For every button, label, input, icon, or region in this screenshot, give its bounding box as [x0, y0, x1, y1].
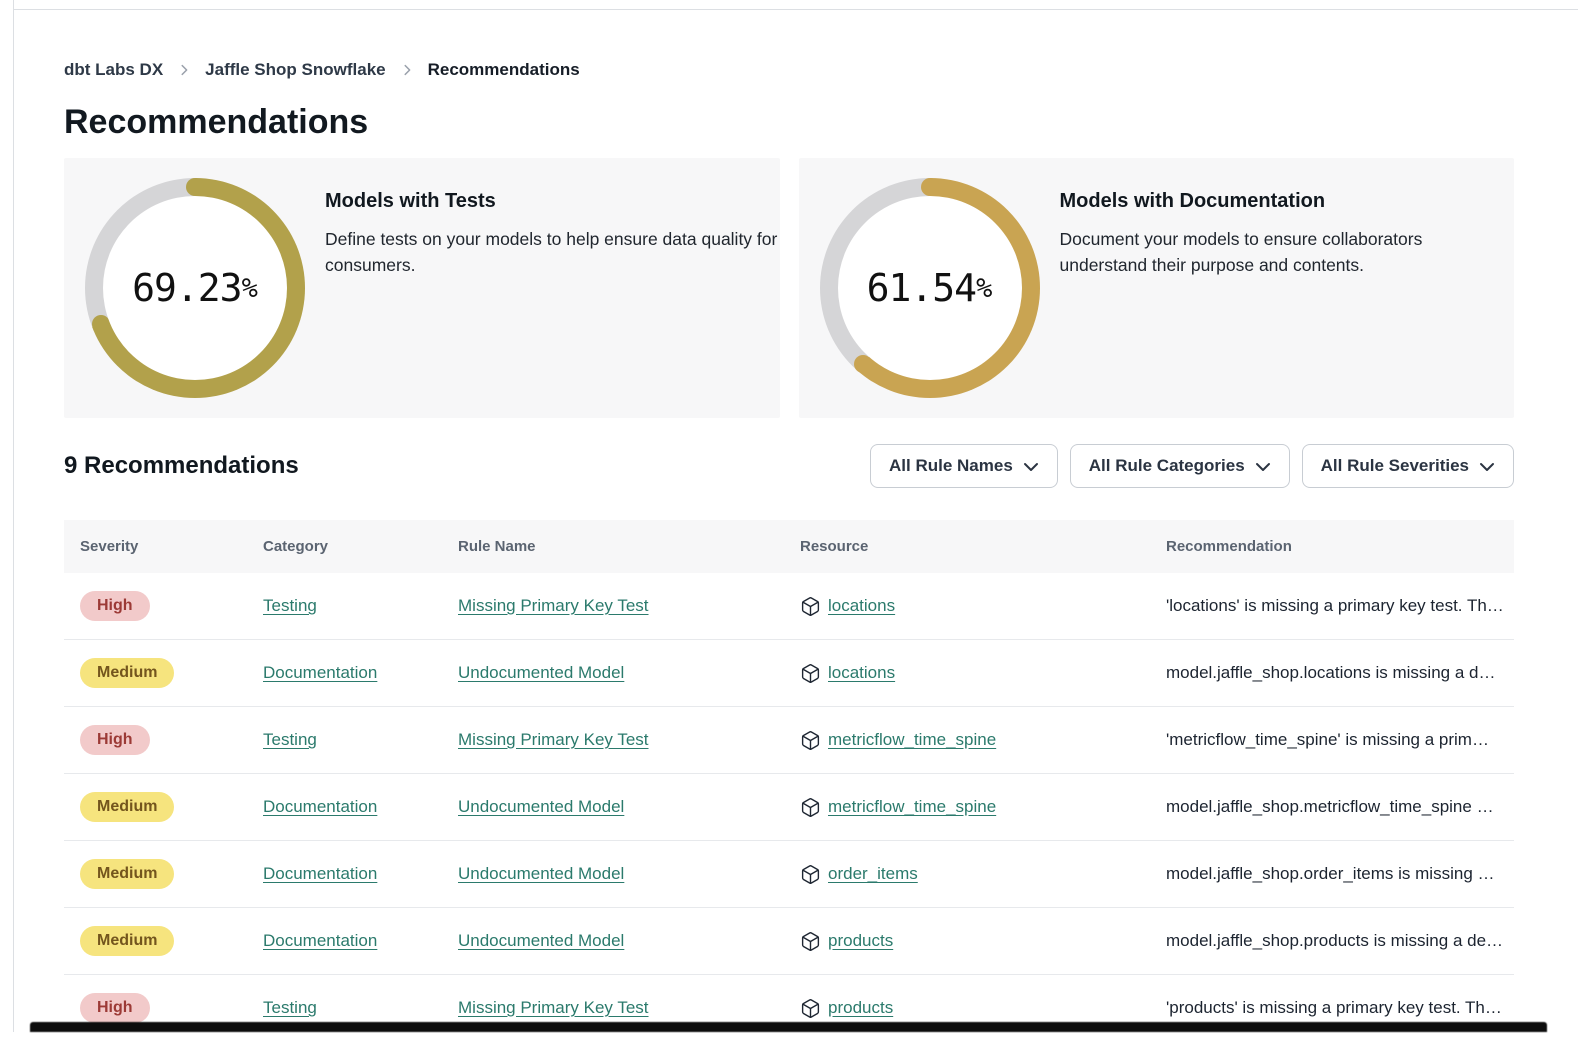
resource-link[interactable]: products	[828, 931, 893, 951]
table-row: Medium Documentation Undocumented Model ord…	[64, 840, 1514, 907]
models-with-tests-card: 69.23% Models with Tests Define tests on…	[64, 158, 780, 418]
rule-name-link[interactable]: Missing Primary Key Test	[458, 596, 649, 615]
table-row: Medium Documentation Undocumented Model loc…	[64, 639, 1514, 706]
recommendation-text: 'metricflow_time_spine' is missing a pri…	[1150, 730, 1514, 750]
resource-link[interactable]: locations	[828, 596, 895, 616]
rule-name-link[interactable]: Missing Primary Key Test	[458, 730, 649, 749]
rule-name-link[interactable]: Undocumented Model	[458, 931, 624, 950]
recommendation-text: model.jaffle_shop.products is missing a …	[1150, 931, 1514, 951]
model-icon	[800, 730, 821, 751]
model-icon	[800, 864, 821, 885]
severity-badge: Medium	[80, 658, 174, 688]
chevron-down-icon	[1479, 460, 1495, 474]
table-row: Medium Documentation Undocumented Model pro…	[64, 907, 1514, 974]
column-header-category: Category	[247, 538, 442, 555]
severity-badge: High	[80, 725, 150, 755]
recommendations-table: Severity Category Rule Name Resource Rec…	[64, 520, 1514, 1041]
filter-bar: All Rule Names All Rule Categories All R…	[870, 444, 1514, 488]
model-icon	[800, 663, 821, 684]
filter-label: All Rule Categories	[1089, 456, 1245, 476]
table-body: High Testing Missing Primary Key Test locat…	[64, 573, 1514, 1041]
table-row: High Testing Missing Primary Key Test locat…	[64, 573, 1514, 639]
recommendation-text: 'products' is missing a primary key test…	[1150, 998, 1514, 1018]
models-with-documentation-card: 61.54% Models with Documentation Documen…	[799, 158, 1515, 418]
recommendation-text: 'locations' is missing a primary key tes…	[1150, 596, 1514, 616]
column-header-severity: Severity	[64, 538, 247, 555]
severity-badge: High	[80, 591, 150, 621]
model-icon	[800, 998, 821, 1019]
resource-link[interactable]: products	[828, 998, 893, 1018]
category-link[interactable]: Testing	[263, 998, 317, 1017]
recommendations-count-title: 9 Recommendations	[64, 452, 299, 480]
recommendation-text: model.jaffle_shop.order_items is missing…	[1150, 864, 1514, 884]
card-title: Models with Documentation	[1060, 190, 1326, 213]
rule-name-link[interactable]: Undocumented Model	[458, 797, 624, 816]
table-row: Medium Documentation Undocumented Model met…	[64, 773, 1514, 840]
recommendations-page: dbt Labs DX Jaffle Shop Snowflake Recomm…	[0, 0, 1578, 1041]
category-link[interactable]: Documentation	[263, 931, 377, 950]
severity-badge: High	[80, 993, 150, 1023]
column-header-resource: Resource	[784, 538, 1150, 555]
severity-badge: Medium	[80, 926, 174, 956]
filter-label: All Rule Names	[889, 456, 1013, 476]
breadcrumb-current: Recommendations	[428, 60, 580, 80]
rule-name-link[interactable]: Undocumented Model	[458, 864, 624, 883]
rule-categories-filter[interactable]: All Rule Categories	[1070, 444, 1290, 488]
category-link[interactable]: Testing	[263, 596, 317, 615]
category-link[interactable]: Documentation	[263, 797, 377, 816]
chevron-down-icon	[1023, 460, 1039, 474]
card-description: Define tests on your models to help ensu…	[325, 226, 780, 278]
rule-names-filter[interactable]: All Rule Names	[870, 444, 1058, 488]
category-link[interactable]: Documentation	[263, 864, 377, 883]
column-header-rule-name: Rule Name	[442, 538, 784, 555]
docs-percent-value: 61.54	[867, 266, 976, 310]
card-description: Document your models to ensure collabora…	[1060, 226, 1450, 278]
percent-sign: %	[242, 273, 258, 304]
chevron-right-icon	[400, 63, 414, 77]
category-link[interactable]: Documentation	[263, 663, 377, 682]
resource-link[interactable]: order_items	[828, 864, 918, 884]
chevron-down-icon	[1255, 460, 1271, 474]
recommendation-text: model.jaffle_shop.metricflow_time_spine …	[1150, 797, 1514, 817]
model-icon	[800, 596, 821, 617]
models-with-tests-donut-chart: 69.23%	[85, 178, 305, 398]
resource-link[interactable]: metricflow_time_spine	[828, 730, 996, 750]
rule-severities-filter[interactable]: All Rule Severities	[1302, 444, 1514, 488]
bottom-edge-artifact	[30, 1022, 1547, 1032]
column-header-recommendation: Recommendation	[1150, 538, 1514, 555]
chevron-right-icon	[177, 63, 191, 77]
severity-badge: Medium	[80, 792, 174, 822]
metric-cards: 69.23% Models with Tests Define tests on…	[64, 158, 1514, 418]
models-with-documentation-donut-chart: 61.54%	[820, 178, 1040, 398]
table-header-row: Severity Category Rule Name Resource Rec…	[64, 520, 1514, 573]
rule-name-link[interactable]: Missing Primary Key Test	[458, 998, 649, 1017]
filter-label: All Rule Severities	[1321, 456, 1469, 476]
table-row: High Testing Missing Primary Key Test metri…	[64, 706, 1514, 773]
donut-center: 61.54%	[838, 196, 1022, 380]
severity-badge: Medium	[80, 859, 174, 889]
donut-center: 69.23%	[103, 196, 287, 380]
page-title: Recommendations	[64, 102, 1514, 142]
breadcrumb-project-link[interactable]: Jaffle Shop Snowflake	[205, 60, 385, 80]
model-icon	[800, 931, 821, 952]
breadcrumb-account-link[interactable]: dbt Labs DX	[64, 60, 163, 80]
percent-sign: %	[976, 273, 992, 304]
rule-name-link[interactable]: Undocumented Model	[458, 663, 624, 682]
category-link[interactable]: Testing	[263, 730, 317, 749]
recommendation-text: model.jaffle_shop.locations is missing a…	[1150, 663, 1514, 683]
card-title: Models with Tests	[325, 190, 496, 213]
model-icon	[800, 797, 821, 818]
tests-percent-value: 69.23	[132, 266, 241, 310]
resource-link[interactable]: metricflow_time_spine	[828, 797, 996, 817]
resource-link[interactable]: locations	[828, 663, 895, 683]
recommendations-list-header: 9 Recommendations All Rule Names All Rul…	[64, 444, 1514, 488]
breadcrumb: dbt Labs DX Jaffle Shop Snowflake Recomm…	[64, 60, 1514, 80]
